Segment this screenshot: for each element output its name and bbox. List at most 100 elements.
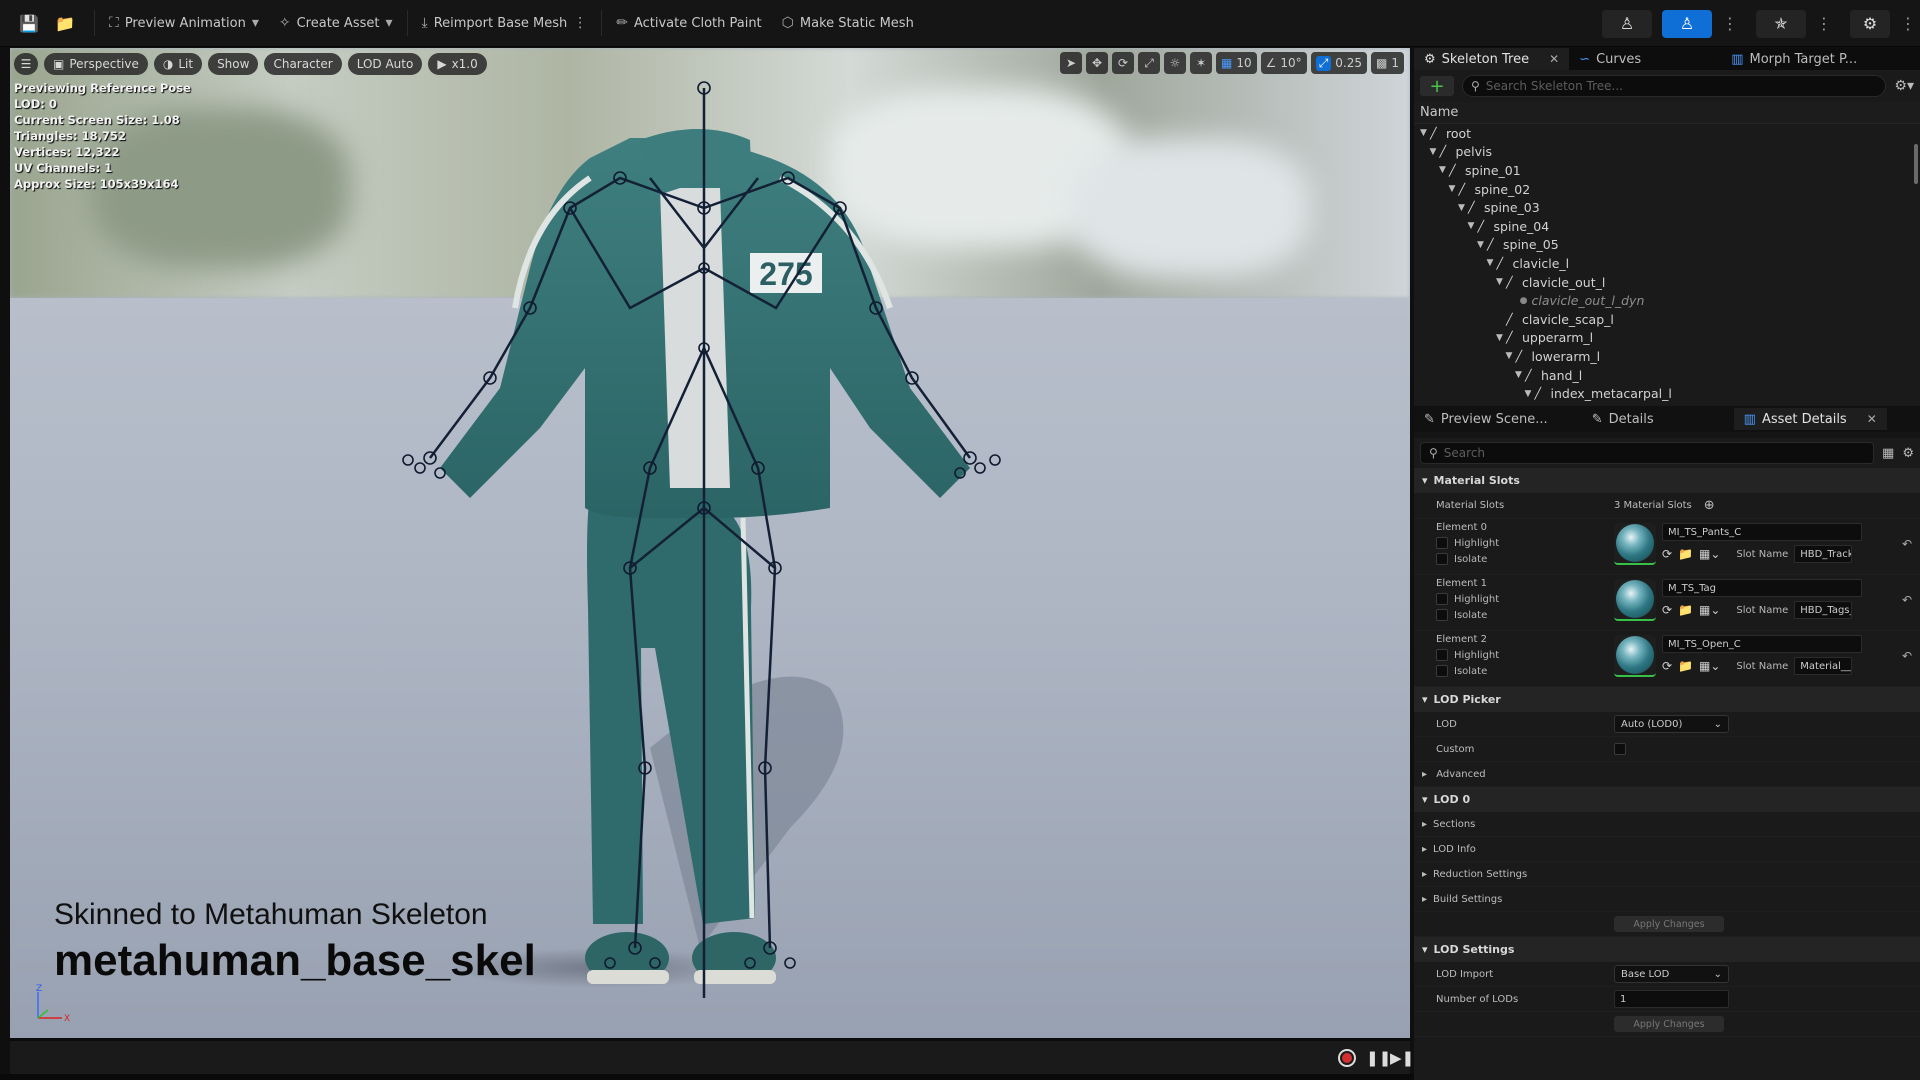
tab-curves[interactable]: ∽ Curves	[1569, 48, 1651, 70]
lod0-subcategory[interactable]: ▸ Build Settings	[1414, 887, 1920, 912]
character-button[interactable]: Character	[264, 53, 342, 75]
cloth-paint-button[interactable]: ✏ Activate Cloth Paint	[606, 8, 771, 38]
expand-arrow-icon[interactable]: ▼	[1496, 333, 1506, 343]
bone-row[interactable]: ▼ ╱ spine_03	[1414, 198, 1920, 217]
skeleton-search-input[interactable]: ⚲ Search Skeleton Tree...	[1462, 75, 1887, 97]
material-name-field[interactable]: MI_TS_Open_C	[1662, 635, 1862, 653]
expand-arrow-icon[interactable]: ▼	[1449, 184, 1459, 194]
bone-row[interactable]: ▼ ╱ lowerarm_l	[1414, 347, 1920, 366]
translate-icon[interactable]: ✥	[1086, 52, 1109, 74]
step-forward-icon[interactable]: ▶❚	[1390, 1049, 1414, 1067]
expand-arrow-icon[interactable]: ▼	[1477, 240, 1487, 250]
category-lod-settings[interactable]: ▾ LOD Settings	[1414, 937, 1920, 962]
scale-snap-button[interactable]: ⤢ 0.25	[1310, 52, 1368, 74]
highlight-checkbox[interactable]	[1436, 649, 1448, 661]
lod-button[interactable]: LOD Auto	[347, 53, 423, 75]
material-options-icon[interactable]: ▦⌄	[1699, 659, 1720, 673]
slot-name-field[interactable]: Material__3	[1794, 657, 1853, 675]
reimport-button[interactable]: ⤓ Reimport Base Mesh ⋮	[412, 8, 598, 38]
viewport-menu-icon[interactable]: ☰	[14, 53, 38, 75]
rotate-icon[interactable]: ⟳	[1112, 52, 1135, 74]
expand-arrow-icon[interactable]: ▼	[1458, 203, 1468, 213]
tab-preview-scene[interactable]: ✎ Preview Scene...	[1414, 408, 1558, 430]
category-material-slots[interactable]: ▾ Material Slots	[1414, 468, 1920, 493]
isolate-checkbox[interactable]	[1436, 665, 1448, 677]
bone-row[interactable]: ▼ ╱ index_metacarpal_l	[1414, 384, 1920, 403]
kebab-icon[interactable]: ⋮	[1900, 14, 1916, 33]
tab-asset-details[interactable]: ▥ Asset Details ✕	[1733, 408, 1887, 430]
bone-row[interactable]: ▼ ╱ pelvis	[1414, 143, 1920, 162]
bone-row[interactable]: ● clavicle_out_l_dyn	[1414, 291, 1920, 310]
bone-row[interactable]: ▼ ╱ upperarm_l	[1414, 329, 1920, 348]
material-options-icon[interactable]: ▦⌄	[1699, 547, 1720, 561]
material-thumbnail[interactable]	[1614, 579, 1656, 621]
use-selected-icon[interactable]: ⟳	[1662, 547, 1672, 561]
details-search-input[interactable]: ⚲ Search	[1420, 442, 1875, 464]
tab-details[interactable]: ✎ Details	[1582, 408, 1664, 430]
number-of-lods-input[interactable]: 1	[1614, 990, 1729, 1008]
category-lod-picker[interactable]: ▾ LOD Picker	[1414, 687, 1920, 712]
settings-icon[interactable]: ⚙	[1902, 446, 1914, 461]
animation-mode-icon[interactable]: ✯	[1756, 9, 1806, 38]
lod0-subcategory[interactable]: ▸ Sections	[1414, 812, 1920, 837]
bone-row[interactable]: ▼ ╱ hand_l	[1414, 366, 1920, 385]
pause-icon[interactable]: ❚❚	[1366, 1049, 1391, 1067]
expand-arrow-icon[interactable]: ▼	[1430, 147, 1440, 157]
highlight-checkbox[interactable]	[1436, 537, 1448, 549]
apply-changes-button[interactable]: Apply Changes	[1614, 916, 1724, 932]
isolate-checkbox[interactable]	[1436, 553, 1448, 565]
expand-arrow-icon[interactable]: ▼	[1468, 221, 1478, 231]
perspective-button[interactable]: ▣ Perspective	[44, 53, 148, 75]
lod-import-dropdown[interactable]: Base LOD ⌄	[1614, 965, 1729, 983]
material-thumbnail[interactable]	[1614, 635, 1656, 677]
camera-speed-button[interactable]: ▩ 1	[1371, 52, 1404, 74]
browse-folder-icon[interactable]: 📁	[1678, 603, 1693, 617]
select-icon[interactable]: ➤	[1060, 52, 1083, 74]
expand-arrow-icon[interactable]: ▼	[1496, 277, 1506, 287]
skeleton-tree[interactable]: ▼ ╱ root ▼ ╱ pelvis ▼ ╱ spine_01 ▼ ╱ spine_02 ▼ ╱ spin…	[1414, 124, 1920, 416]
make-static-mesh-button[interactable]: ⬡ Make Static Mesh	[772, 8, 924, 38]
lod0-subcategory[interactable]: ▸ Reduction Settings	[1414, 862, 1920, 887]
bone-row[interactable]: ▼ ╱ clavicle_out_l	[1414, 273, 1920, 292]
bone-row[interactable]: ▼ ╱ spine_01	[1414, 161, 1920, 180]
reset-arrow-icon[interactable]: ↶	[1902, 537, 1912, 551]
close-icon[interactable]: ✕	[1867, 412, 1877, 426]
advanced-row[interactable]: ▸ Advanced	[1414, 762, 1920, 787]
material-name-field[interactable]: M_TS_Tag	[1662, 579, 1862, 597]
grid-snap-button[interactable]: ▦ 10	[1216, 52, 1257, 74]
lod-dropdown[interactable]: Auto (LOD0) ⌄	[1614, 715, 1729, 733]
add-bone-button[interactable]: +	[1420, 76, 1454, 97]
slot-name-field[interactable]: HBD_Tags_	[1794, 601, 1853, 619]
scale-icon[interactable]: ⤢	[1138, 52, 1161, 74]
expand-arrow-icon[interactable]: ▼	[1487, 258, 1497, 268]
material-options-icon[interactable]: ▦⌄	[1699, 603, 1720, 617]
table-view-icon[interactable]: ▦	[1882, 446, 1894, 461]
bone-row[interactable]: ╱ clavicle_scap_l	[1414, 310, 1920, 329]
material-thumbnail[interactable]	[1614, 523, 1656, 565]
use-selected-icon[interactable]: ⟳	[1662, 603, 1672, 617]
bone-row[interactable]: ▼ ╱ clavicle_l	[1414, 254, 1920, 273]
play-rate-button[interactable]: ▶ x1.0	[428, 53, 487, 75]
kebab-icon[interactable]: ⋮	[1722, 14, 1738, 33]
kebab-icon[interactable]: ⋮	[1816, 14, 1832, 33]
preview-animation-button[interactable]: ⛶ Preview Animation ▾	[99, 8, 269, 38]
tab-skeleton-tree[interactable]: ⚙ Skeleton Tree ✕	[1414, 48, 1570, 70]
create-asset-button[interactable]: ✧ Create Asset ▾	[269, 8, 403, 38]
apply-changes-button[interactable]: Apply Changes	[1614, 1016, 1724, 1032]
highlight-checkbox[interactable]	[1436, 593, 1448, 605]
physics-mode-icon[interactable]: ⚙	[1850, 9, 1890, 38]
add-slot-icon[interactable]: ⊕	[1704, 498, 1715, 513]
show-button[interactable]: Show	[208, 53, 259, 75]
tab-morph-target[interactable]: ▥ Morph Target P...	[1721, 48, 1867, 70]
expand-arrow-icon[interactable]: ▼	[1515, 370, 1525, 380]
settings-icon[interactable]: ⚙▾	[1894, 78, 1914, 94]
category-lod-0[interactable]: ▾ LOD 0	[1414, 787, 1920, 812]
expand-arrow-icon[interactable]: ▼	[1525, 389, 1535, 399]
browse-folder-icon[interactable]: 📁	[1678, 547, 1693, 561]
record-icon[interactable]	[1338, 1049, 1356, 1067]
rotation-snap-button[interactable]: ∠ 10°	[1260, 52, 1307, 74]
surface-snap-icon[interactable]: ✶	[1190, 52, 1213, 74]
reset-arrow-icon[interactable]: ↶	[1902, 649, 1912, 663]
world-space-icon[interactable]: ☼	[1164, 52, 1187, 74]
expand-arrow-icon[interactable]: ▼	[1506, 351, 1516, 361]
